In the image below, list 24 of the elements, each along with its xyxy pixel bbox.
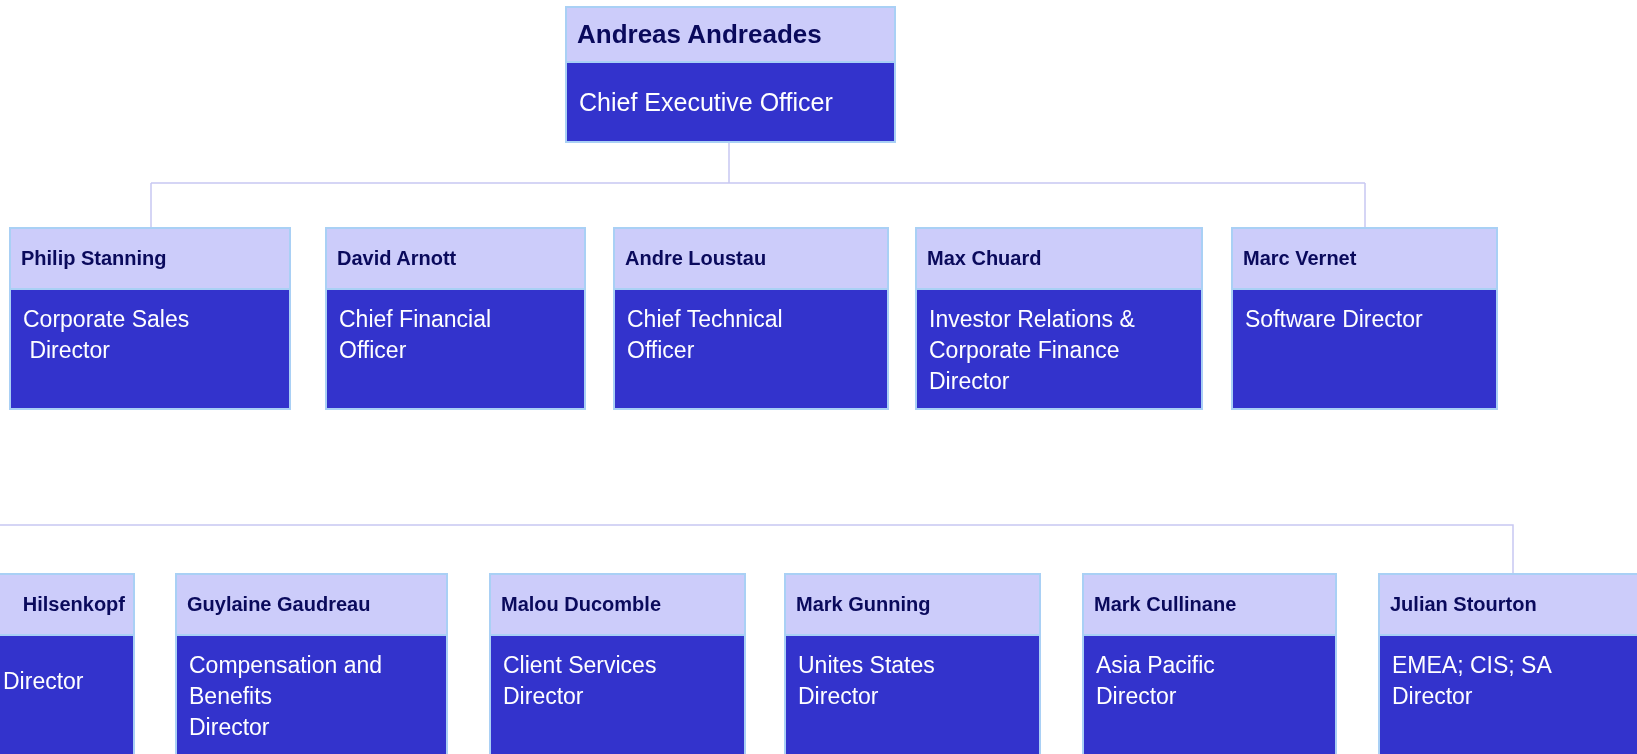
role-title: Chief Financial Officer (339, 305, 492, 365)
name-header: Guylaine Gaudreau (175, 573, 448, 636)
role-title: EMEA; CIS; SA Director (1392, 651, 1552, 711)
role-title: Corporate Sales Director (23, 305, 190, 365)
name-header: Philip Stanning (9, 227, 291, 290)
role-title: Asia Pacific Director (1096, 651, 1215, 711)
name-header: Max Chuard (915, 227, 1203, 290)
name-header: Andre Loustau (613, 227, 889, 290)
role-title: Director (3, 667, 84, 696)
role-title: Chief Technical Officer (627, 305, 783, 365)
name-header: Julian Stourton (1378, 573, 1637, 636)
name-header: David Arnott (325, 227, 586, 290)
name-header: Mark Gunning (784, 573, 1041, 636)
role-title: Investor Relations & Corporate Finance Director (929, 305, 1135, 396)
role-title: Software Director (1245, 305, 1423, 334)
name-header: Marc Vernet (1231, 227, 1498, 290)
role-title: Client Services Director (503, 651, 657, 711)
name-header: Andreas Andreades (565, 6, 896, 63)
role-title: Chief Executive Officer (579, 87, 833, 118)
name-header: Hilsenkopf (0, 573, 135, 636)
name-header: Mark Cullinane (1082, 573, 1337, 636)
role-title: Unites States Director (798, 651, 935, 711)
name-header: Malou Ducomble (489, 573, 746, 636)
role-title: Compensation and Benefits Director (189, 651, 383, 742)
